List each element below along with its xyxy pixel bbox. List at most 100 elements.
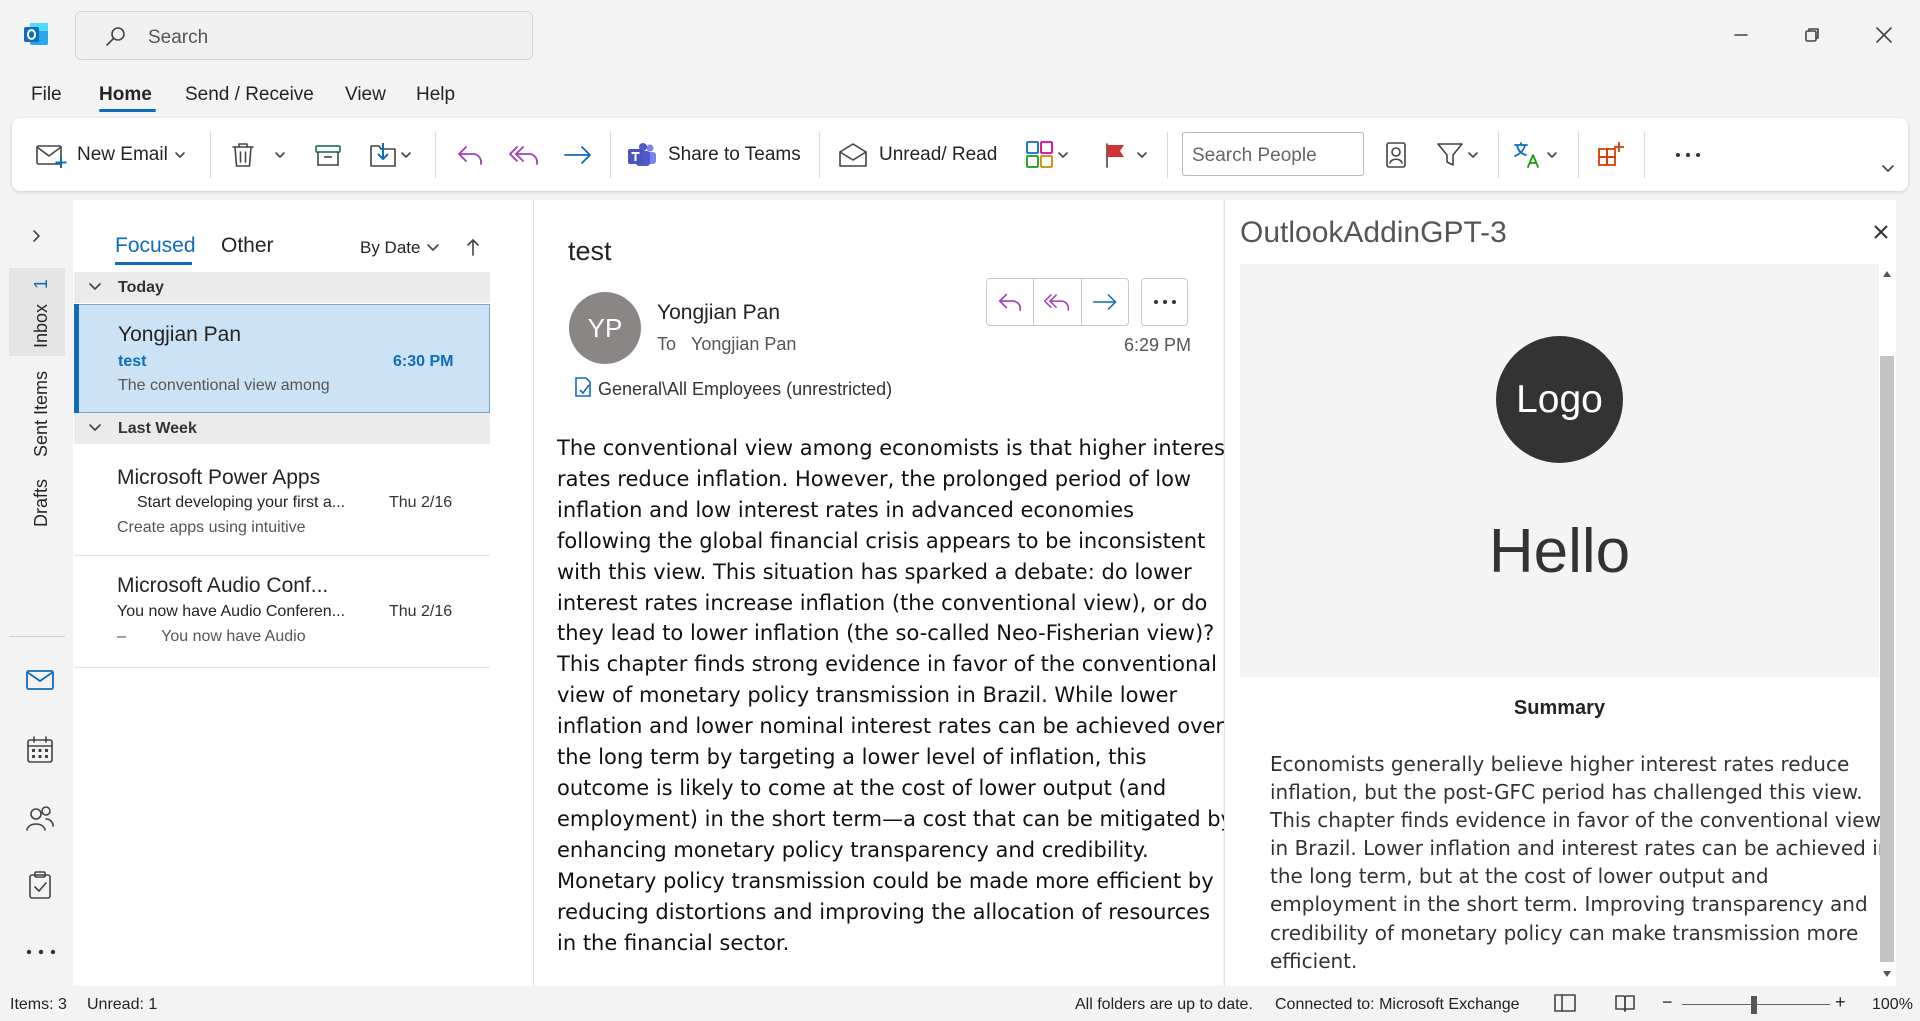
list-item[interactable]: Microsoft Audio Conf... You now have Aud… bbox=[74, 556, 490, 667]
calendar-module-button[interactable] bbox=[25, 735, 55, 765]
scrollbar-thumb[interactable] bbox=[1880, 356, 1894, 962]
rail-folder-inbox[interactable]: Inbox 1 bbox=[31, 279, 52, 348]
ribbon-divider bbox=[1578, 132, 1579, 178]
chevron-down-icon[interactable] bbox=[1546, 150, 1558, 160]
reply-all-button[interactable] bbox=[508, 118, 540, 191]
recipient-name[interactable]: Yongjian Pan bbox=[691, 334, 796, 355]
avatar[interactable]: YP bbox=[569, 292, 641, 364]
normal-view-button[interactable] bbox=[1554, 993, 1576, 1013]
expand-folder-pane-button[interactable] bbox=[30, 226, 44, 246]
unread-read-label: Unread/ Read bbox=[879, 143, 998, 165]
tab-file[interactable]: File bbox=[31, 84, 62, 106]
chevron-down-icon bbox=[1882, 164, 1894, 172]
zoom-slider-thumb[interactable] bbox=[1751, 996, 1757, 1014]
translate-button[interactable] bbox=[1512, 118, 1558, 191]
search-people-input[interactable]: Search People bbox=[1182, 132, 1364, 176]
forward-icon bbox=[564, 145, 591, 164]
rail-folder-drafts[interactable]: Drafts bbox=[31, 479, 52, 527]
arrow-up-icon bbox=[467, 239, 479, 256]
scroll-down-icon[interactable] bbox=[1882, 970, 1892, 978]
trash-icon bbox=[232, 142, 254, 167]
follow-up-button[interactable] bbox=[1102, 118, 1148, 191]
tasks-module-button[interactable] bbox=[25, 870, 55, 900]
ribbon-divider bbox=[819, 132, 820, 178]
share-to-teams-label: Share to Teams bbox=[668, 143, 801, 165]
sort-direction-button[interactable] bbox=[466, 237, 480, 257]
mail-preview: The conventional view among bbox=[118, 377, 330, 394]
group-header-today[interactable]: Today bbox=[74, 272, 490, 303]
tab-send-receive[interactable]: Send / Receive bbox=[185, 84, 314, 106]
categorize-button[interactable] bbox=[1025, 118, 1069, 191]
tab-view[interactable]: View bbox=[345, 84, 386, 106]
forward-button[interactable] bbox=[562, 118, 594, 191]
group-label: Today bbox=[118, 279, 164, 296]
group-label: Last Week bbox=[118, 420, 197, 437]
to-label: To bbox=[657, 334, 677, 354]
list-divider bbox=[74, 667, 490, 668]
group-header-last-week[interactable]: Last Week bbox=[74, 413, 490, 444]
close-add-in-button[interactable] bbox=[1873, 224, 1889, 240]
sender-name[interactable]: Yongjian Pan bbox=[657, 301, 780, 325]
reply-button[interactable] bbox=[987, 279, 1035, 325]
move-button[interactable] bbox=[368, 118, 412, 191]
chevron-down-icon[interactable] bbox=[1467, 150, 1479, 160]
unread-read-button[interactable]: Unread/ Read bbox=[837, 118, 997, 191]
sensitivity-label[interactable]: General\All Employees (unrestricted) bbox=[598, 379, 892, 400]
scroll-up-icon[interactable] bbox=[1882, 270, 1892, 278]
chevron-down-icon[interactable] bbox=[174, 150, 186, 160]
text-line: inflation, but the post-GFC period has c… bbox=[1270, 780, 1863, 805]
more-actions-button[interactable] bbox=[1141, 278, 1188, 326]
text-line: the long term, but at the cost of lower … bbox=[1270, 864, 1769, 889]
new-email-icon bbox=[36, 144, 67, 168]
ribbon-divider bbox=[1167, 132, 1168, 178]
address-book-button[interactable] bbox=[1382, 118, 1410, 191]
get-add-ins-button[interactable] bbox=[1596, 118, 1626, 191]
list-item[interactable]: Yongjian Pan test 6:30 PM The convention… bbox=[74, 304, 490, 413]
more-commands-button[interactable] bbox=[1674, 118, 1704, 191]
logo: Logo bbox=[1496, 336, 1623, 463]
close-window-button[interactable] bbox=[1867, 18, 1901, 52]
chevron-down-icon[interactable] bbox=[274, 150, 286, 160]
calendar-icon bbox=[27, 736, 53, 763]
new-email-button[interactable]: New Email bbox=[35, 118, 186, 191]
people-module-button[interactable] bbox=[25, 803, 55, 833]
restore-button[interactable] bbox=[1795, 18, 1829, 52]
reading-view-button[interactable] bbox=[1614, 993, 1636, 1013]
minimize-button[interactable] bbox=[1724, 18, 1758, 52]
more-apps-button[interactable] bbox=[25, 948, 57, 956]
reply-all-icon bbox=[509, 145, 538, 165]
expand-ribbon-button[interactable] bbox=[1880, 132, 1896, 205]
mail-module-button[interactable] bbox=[25, 668, 55, 692]
tab-focused[interactable]: Focused bbox=[115, 234, 196, 258]
rail-folder-sent-items[interactable]: Sent Items bbox=[31, 371, 52, 457]
reply-button[interactable] bbox=[455, 118, 485, 191]
zoom-out-button[interactable]: − bbox=[1662, 992, 1673, 1013]
text-line: This chapter finds evidence in favor of … bbox=[1270, 808, 1881, 833]
unread-count: Unread: 1 bbox=[87, 996, 158, 1013]
search-people-placeholder: Search People bbox=[1192, 145, 1317, 166]
forward-button[interactable] bbox=[1082, 279, 1128, 325]
mail-sender: Microsoft Audio Conf... bbox=[117, 574, 329, 597]
text-line: inflation and lower nominal interest rat… bbox=[557, 714, 1225, 739]
reply-icon bbox=[458, 145, 482, 165]
reply-all-button[interactable] bbox=[1034, 279, 1082, 325]
chevron-down-icon[interactable] bbox=[1136, 150, 1148, 160]
archive-button[interactable] bbox=[314, 118, 342, 191]
tab-home[interactable]: Home bbox=[99, 84, 152, 106]
teams-icon bbox=[628, 142, 656, 166]
chevron-down-icon[interactable] bbox=[400, 150, 412, 160]
text-line: in the financial sector. bbox=[557, 930, 790, 955]
search-input[interactable]: Search bbox=[75, 11, 533, 60]
delete-button[interactable] bbox=[230, 118, 286, 191]
chevron-down-icon[interactable] bbox=[1057, 150, 1069, 160]
sort-by-button[interactable]: By Date bbox=[360, 238, 440, 258]
tab-other[interactable]: Other bbox=[221, 234, 274, 258]
share-to-teams-button[interactable]: Share to Teams bbox=[626, 118, 801, 191]
welcome-heading: Hello bbox=[1488, 517, 1631, 586]
text-line: reducing distortions and improving the a… bbox=[557, 899, 1211, 924]
tab-help[interactable]: Help bbox=[416, 84, 455, 106]
list-item[interactable]: Microsoft Power Apps Start developing yo… bbox=[74, 444, 490, 555]
zoom-in-button[interactable]: + bbox=[1835, 992, 1846, 1013]
scrollbar[interactable] bbox=[1879, 264, 1895, 982]
filter-email-button[interactable] bbox=[1435, 118, 1479, 191]
